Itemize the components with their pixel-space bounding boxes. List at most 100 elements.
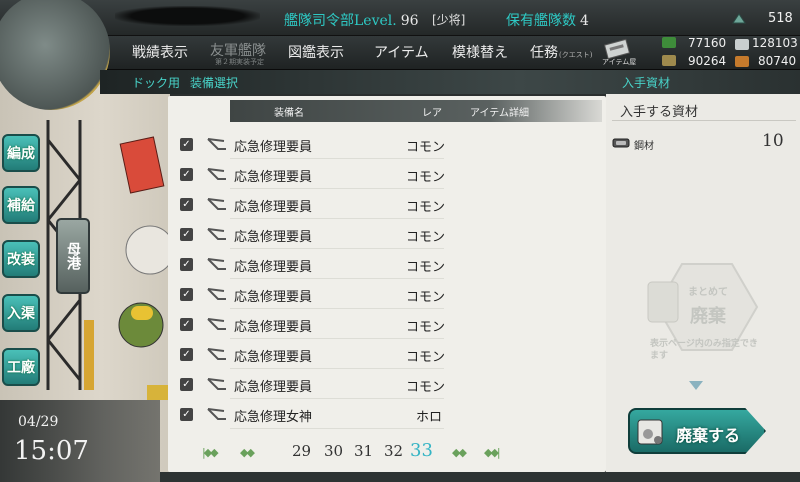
furniture-coin-count: 518 (768, 11, 793, 26)
sidebar-repair-button[interactable]: 入渠 (2, 294, 40, 332)
item-name: 応急修理要員 (234, 350, 313, 365)
breadcrumb-resources: 入手資材 (622, 76, 671, 90)
bulk-discard-note: 表示ページ内のみ指定できます (650, 339, 758, 361)
header-rarity[interactable]: レア (422, 104, 442, 119)
item-rarity: コモン (406, 170, 446, 185)
row-checkbox[interactable]: ✓ (180, 408, 193, 421)
row-checkbox[interactable]: ✓ (180, 258, 193, 271)
hq-level-value: 96 (400, 13, 419, 29)
item-rarity: コモン (406, 230, 446, 245)
row-checkbox[interactable]: ✓ (180, 348, 193, 361)
list-item[interactable]: ✓ 応急修理要員 コモン (176, 219, 606, 249)
row-checkbox[interactable]: ✓ (180, 228, 193, 241)
sidebar-remodel-button[interactable]: 改装 (2, 240, 40, 278)
header-name[interactable]: 装備名 (274, 104, 304, 119)
row-checkbox[interactable]: ✓ (180, 198, 193, 211)
damage-control-icon (207, 138, 226, 150)
list-item[interactable]: ✓ 応急修理要員 コモン (176, 279, 606, 309)
steel-icon (735, 39, 749, 50)
list-item[interactable]: ✓ 応急修理要員 コモン (176, 309, 606, 339)
first-page-arrow-icon[interactable]: |◆◆ (202, 446, 234, 459)
player-name (115, 6, 260, 26)
ammo-icon (662, 55, 676, 66)
item-name: 応急修理女神 (234, 410, 313, 425)
menu-quests[interactable]: 任務(クエスト) (530, 42, 592, 62)
menu-quests-label: 任務 (530, 45, 558, 61)
list-item[interactable]: ✓ 応急修理要員 コモン (176, 339, 606, 369)
hq-level-label: 艦隊司令部Level. (284, 13, 397, 29)
list-item[interactable]: ✓ 応急修理要員 コモン (176, 189, 606, 219)
damage-control-icon (207, 348, 226, 360)
item-name: 応急修理要員 (234, 260, 313, 275)
list-item[interactable]: ✓ 応急修理要員 コモン (176, 129, 606, 159)
pager: |◆◆ ◆◆ 29 30 31 32 33 ◆◆ ◆◆| (176, 436, 606, 466)
list-item[interactable]: ✓ 応急修理女神 ホロ (176, 399, 606, 429)
list-item[interactable]: ✓ 応急修理要員 コモン (176, 249, 606, 279)
fuel-value: 77160 (688, 36, 727, 50)
discard-box-icon (637, 419, 663, 445)
clock-date: 04/29 (18, 414, 59, 430)
fleet-count-value: 4 (580, 13, 589, 29)
rank-label: [少将] (432, 13, 466, 27)
furniture-coin-icon (732, 13, 746, 24)
fleet-count-label: 保有艦隊数 (506, 13, 576, 29)
list-item[interactable]: ✓ 応急修理要員 コモン (176, 159, 606, 189)
header-detail: アイテム詳細 (470, 108, 529, 119)
menu-encyclopedia[interactable]: 図鑑表示 (288, 42, 344, 62)
sidebar-organize-button[interactable]: 編成 (2, 134, 40, 172)
item-rarity: コモン (406, 200, 446, 215)
item-name: 応急修理要員 (234, 320, 313, 335)
item-shop-label: アイテム屋 (602, 58, 637, 66)
row-checkbox[interactable]: ✓ (180, 318, 193, 331)
row-checkbox[interactable]: ✓ (180, 288, 193, 301)
last-page-arrow-icon[interactable]: ◆◆| (484, 446, 516, 459)
item-name: 応急修理要員 (234, 380, 313, 395)
item-rarity: コモン (406, 140, 446, 155)
item-rarity: ホロ (416, 410, 443, 425)
menu-record[interactable]: 戦績表示 (132, 42, 188, 62)
item-rarity: コモン (406, 350, 446, 365)
page-link[interactable]: 32 (384, 442, 403, 460)
clock-time: 15:07 (14, 436, 89, 466)
next-page-arrow-icon[interactable]: ◆◆ (452, 446, 484, 459)
sidebar-supply-button[interactable]: 補給 (2, 186, 40, 224)
menu-quests-small: (クエスト) (559, 51, 593, 59)
menu-furniture[interactable]: 模様替え (452, 42, 508, 62)
resources-panel-title: 入手する資材 (620, 105, 699, 120)
prev-page-arrow-icon[interactable]: ◆◆ (240, 446, 272, 459)
sidebar-arsenal-button[interactable]: 工廠 (2, 348, 40, 386)
damage-control-icon (207, 408, 226, 420)
menu-items[interactable]: アイテム (374, 42, 429, 62)
item-rarity: コモン (406, 260, 446, 275)
discard-button-label: 廃棄する (676, 426, 741, 445)
hq-level: 艦隊司令部Level. 96 (284, 10, 419, 30)
steel-amount: 10 (762, 131, 784, 151)
item-rarity: コモン (406, 380, 446, 395)
damage-control-icon (207, 258, 226, 270)
steel-material-icon (612, 138, 630, 148)
row-divider (230, 428, 444, 429)
breadcrumb-title: 装備選択 (190, 76, 239, 90)
fleet-count: 保有艦隊数 4 (506, 10, 589, 30)
row-checkbox[interactable]: ✓ (180, 378, 193, 391)
resources-divider (612, 120, 796, 121)
page-link[interactable]: 29 (292, 442, 311, 460)
item-name: 応急修理要員 (234, 200, 313, 215)
menu-friend-fleet-sub: 第２期実装予定 (215, 58, 264, 66)
item-name: 応急修理要員 (234, 230, 313, 245)
ammo-value: 90264 (688, 54, 727, 68)
home-port-button[interactable]: 母港 (56, 218, 90, 294)
damage-control-icon (207, 168, 226, 180)
item-name: 応急修理要員 (234, 170, 313, 185)
steel-label: 鋼材 (634, 141, 654, 152)
page-link[interactable]: 31 (354, 442, 373, 460)
damage-control-icon (207, 228, 226, 240)
list-item[interactable]: ✓ 応急修理要員 コモン (176, 369, 606, 399)
page-current[interactable]: 33 (410, 440, 433, 461)
steel-value: 128103 (752, 36, 798, 50)
row-checkbox[interactable]: ✓ (180, 138, 193, 151)
row-checkbox[interactable]: ✓ (180, 168, 193, 181)
page-link[interactable]: 30 (324, 442, 343, 460)
breadcrumb-dock: ドック用 (132, 76, 181, 90)
bulk-discard-title-a: まとめて (688, 287, 728, 298)
